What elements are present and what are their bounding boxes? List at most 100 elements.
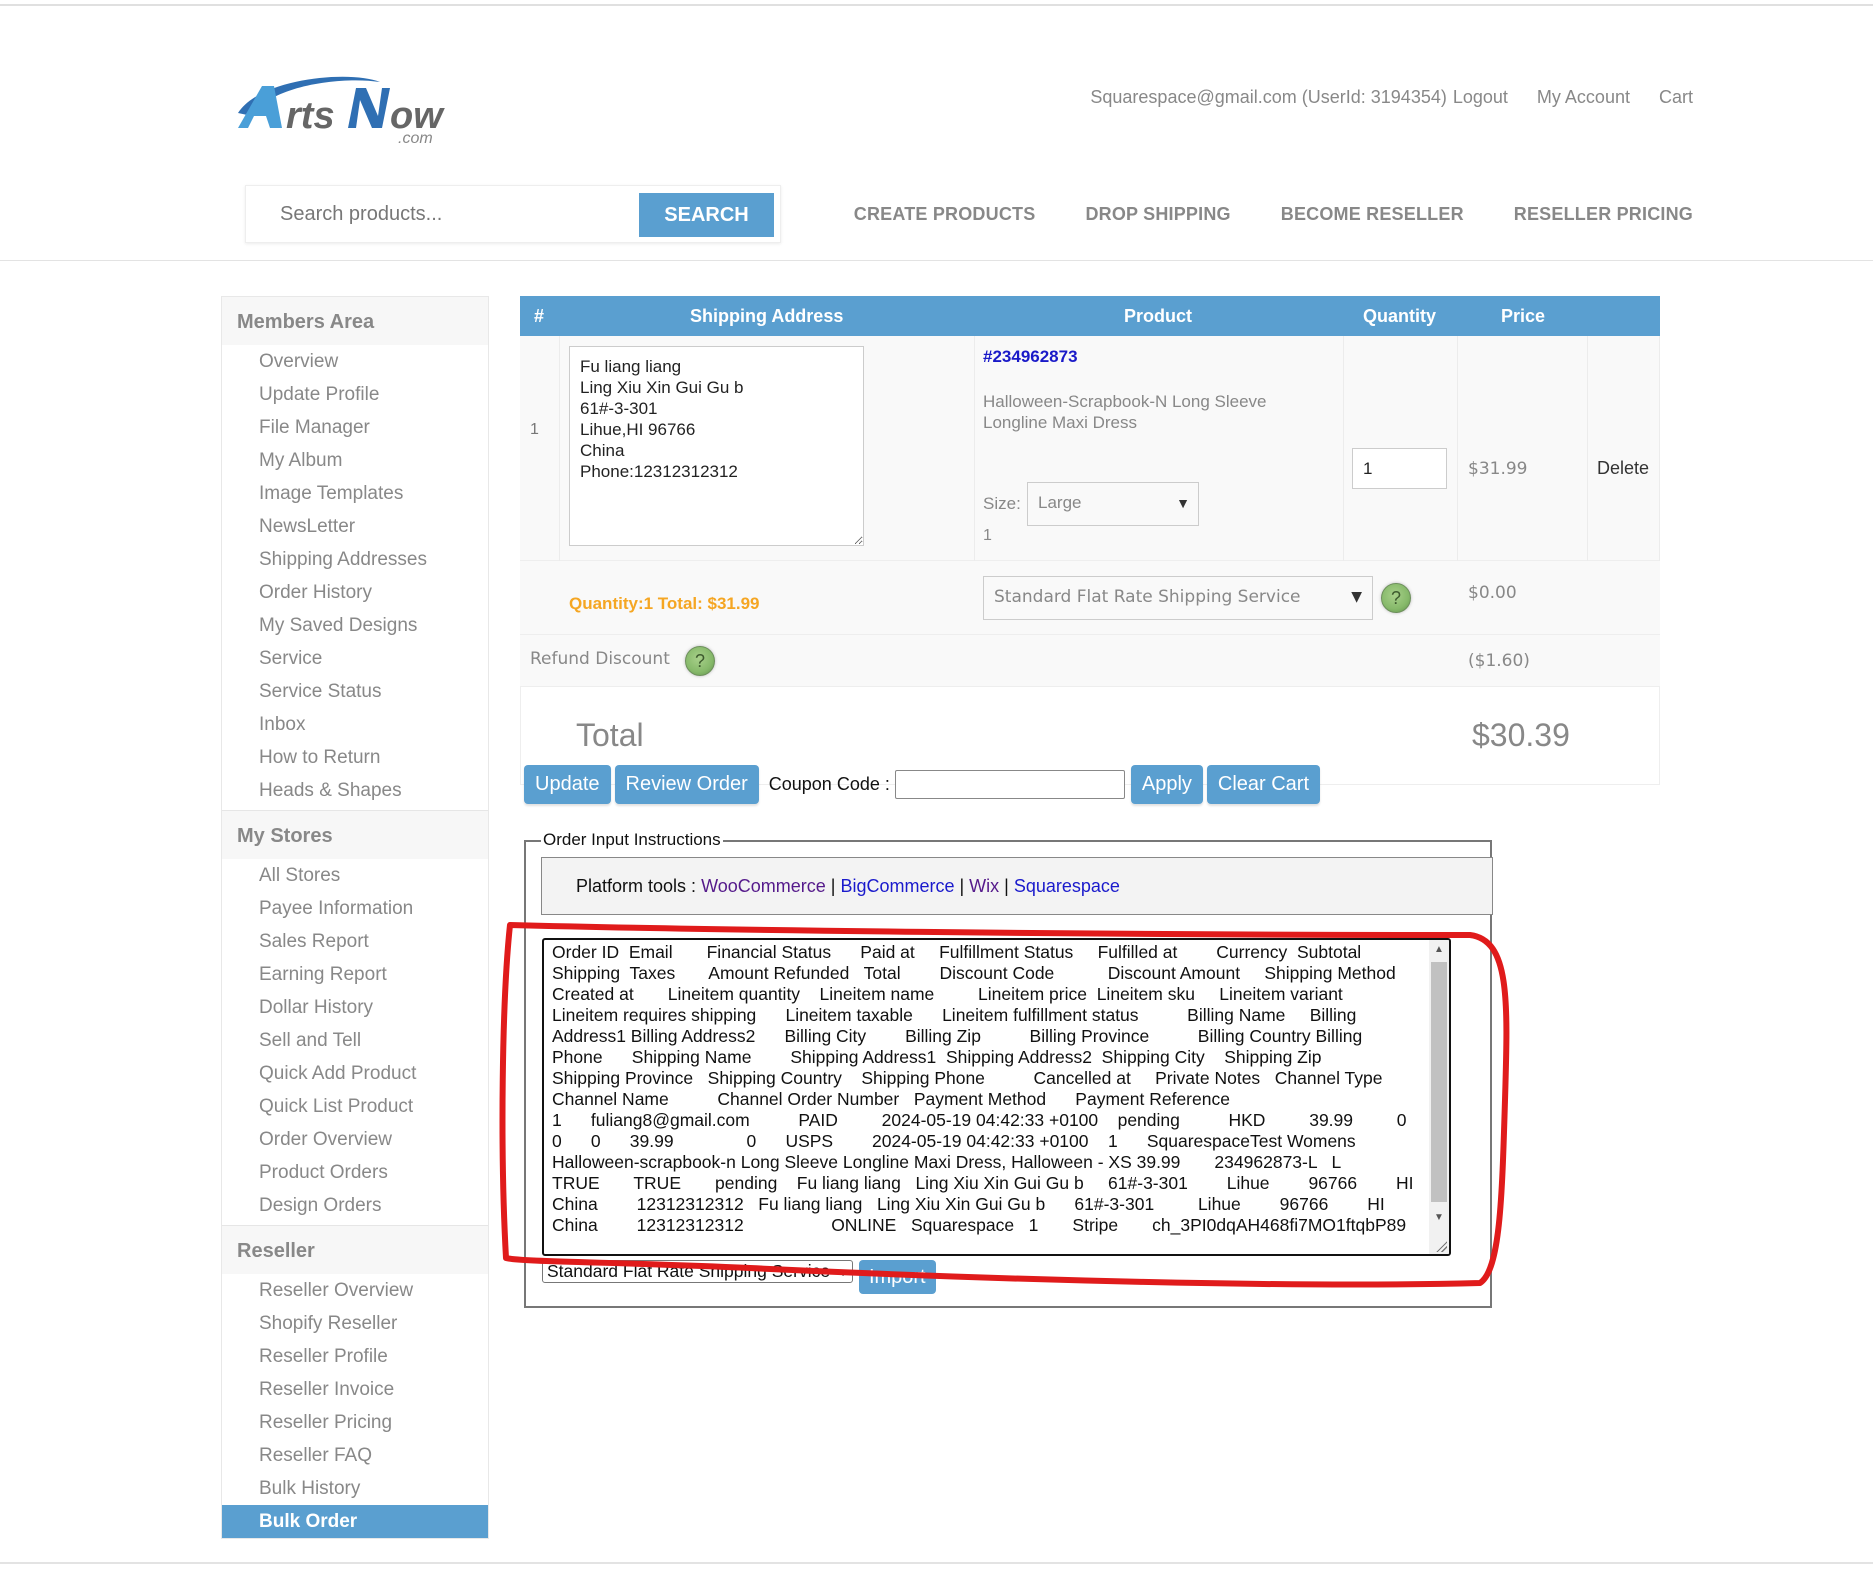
my-account-link[interactable]: My Account	[1537, 87, 1630, 107]
scroll-up-arrow-icon[interactable]: ▲	[1429, 940, 1449, 960]
sidebar-item-quick-add-product[interactable]: Quick Add Product	[222, 1057, 488, 1090]
search-input[interactable]	[246, 186, 636, 242]
sidebar-item-file-manager[interactable]: File Manager	[222, 411, 488, 444]
cell-divider	[974, 336, 975, 561]
help-icon[interactable]: ?	[1381, 583, 1411, 613]
main-nav: CREATE PRODUCTS DROP SHIPPING BECOME RES…	[854, 204, 1693, 225]
csv-line: Address1 Billing Address2 Billing City B…	[552, 1026, 1363, 1046]
nav-become-reseller[interactable]: BECOME RESELLER	[1281, 204, 1464, 225]
size-select[interactable]: Large ▼	[1027, 482, 1199, 526]
sidebar-item-heads-shapes[interactable]: Heads & Shapes	[222, 774, 488, 807]
col-header-quantity: Quantity	[1363, 306, 1437, 326]
sidebar-item-update-profile[interactable]: Update Profile	[222, 378, 488, 411]
sidebar-item-shopify-reseller[interactable]: Shopify Reseller	[222, 1307, 488, 1340]
logout-link[interactable]: Logout	[1453, 87, 1508, 107]
sidebar-section-members-area: Members Area	[222, 297, 488, 345]
cart-actions: Update Review Order Coupon Code : Apply …	[524, 764, 1324, 804]
top-border	[0, 4, 1873, 6]
sidebar-item-shipping-addresses[interactable]: Shipping Addresses	[222, 543, 488, 576]
scroll-down-arrow-icon[interactable]: ▼	[1429, 1208, 1449, 1228]
size-value: Large	[1038, 493, 1082, 512]
sidebar-item-all-stores[interactable]: All Stores	[222, 859, 488, 892]
item-price: $31.99	[1468, 459, 1528, 479]
coupon-code-label: Coupon Code :	[768, 773, 890, 794]
row-number: 1	[530, 421, 539, 438]
cart-link[interactable]: Cart	[1659, 87, 1693, 107]
nav-create-products[interactable]: CREATE PRODUCTS	[854, 204, 1036, 225]
csv-line: TRUE TRUE pending Fu liang liang Ling Xi…	[552, 1173, 1414, 1193]
csv-line: 0 0 39.99 0 USPS 2024-05-19 04:42:33 +01…	[552, 1131, 1356, 1151]
help-icon[interactable]: ?	[685, 646, 715, 676]
sidebar-item-quick-list-product[interactable]: Quick List Product	[222, 1090, 488, 1123]
apply-coupon-button[interactable]: Apply	[1130, 764, 1203, 804]
sidebar-item-reseller-profile[interactable]: Reseller Profile	[222, 1340, 488, 1373]
woocommerce-link[interactable]: WooCommerce	[701, 876, 826, 896]
sidebar-item-sell-and-tell[interactable]: Sell and Tell	[222, 1024, 488, 1057]
update-button[interactable]: Update	[524, 764, 611, 804]
squarespace-link[interactable]: Squarespace	[1014, 876, 1120, 896]
product-qty-note: 1	[983, 527, 992, 544]
csv-line: Channel Name Channel Order Number Paymen…	[552, 1089, 1230, 1109]
sidebar-item-design-orders[interactable]: Design Orders	[222, 1189, 488, 1222]
artsnow-logo[interactable]: rts ow .com	[230, 68, 475, 147]
sidebar-item-newsletter[interactable]: NewsLetter	[222, 510, 488, 543]
sidebar-item-overview[interactable]: Overview	[222, 345, 488, 378]
search-box: SEARCH	[245, 185, 781, 243]
sidebar: Members Area Overview Update Profile Fil…	[221, 296, 489, 1539]
wix-link[interactable]: Wix	[969, 876, 999, 896]
sidebar-item-dollar-history[interactable]: Dollar History	[222, 991, 488, 1024]
resize-grip-icon[interactable]	[1435, 1240, 1447, 1252]
order-csv-text: Order ID Email Financial Status Paid at …	[552, 942, 1422, 1236]
coupon-code-input[interactable]	[894, 769, 1125, 799]
total-label: Total	[576, 717, 644, 753]
sidebar-item-image-templates[interactable]: Image Templates	[222, 477, 488, 510]
scroll-thumb[interactable]	[1431, 962, 1447, 1202]
sidebar-item-my-saved-designs[interactable]: My Saved Designs	[222, 609, 488, 642]
sidebar-item-inbox[interactable]: Inbox	[222, 708, 488, 741]
col-header-num: #	[534, 306, 545, 326]
sidebar-item-service[interactable]: Service	[222, 642, 488, 675]
clear-cart-button[interactable]: Clear Cart	[1206, 764, 1321, 804]
sidebar-item-earning-report[interactable]: Earning Report	[222, 958, 488, 991]
user-links: Squarespace@gmail.com (UserId: 3194354) L…	[1090, 87, 1693, 108]
platform-tools-label: Platform tools :	[576, 876, 697, 896]
total-value: $30.39	[1472, 717, 1570, 753]
sidebar-item-order-history[interactable]: Order History	[222, 576, 488, 609]
sidebar-item-service-status[interactable]: Service Status	[222, 675, 488, 708]
sidebar-item-my-album[interactable]: My Album	[222, 444, 488, 477]
csv-line: China 12312312312 ONLINE Squarespace 1 S…	[552, 1215, 1407, 1235]
import-shipping-select[interactable]: Standard Flat Rate Shipping Service ⌵	[542, 1260, 853, 1283]
review-order-button[interactable]: Review Order	[614, 764, 759, 804]
bigcommerce-link[interactable]: BigCommerce	[840, 876, 954, 896]
delete-link[interactable]: Delete	[1597, 458, 1649, 479]
sidebar-item-reseller-faq[interactable]: Reseller FAQ	[222, 1439, 488, 1472]
caret-down-icon: ▼	[1176, 495, 1190, 511]
sidebar-item-bulk-history[interactable]: Bulk History	[222, 1472, 488, 1505]
sidebar-item-reseller-pricing[interactable]: Reseller Pricing	[222, 1406, 488, 1439]
sidebar-item-order-overview[interactable]: Order Overview	[222, 1123, 488, 1156]
sidebar-item-bulk-order[interactable]: Bulk Order	[222, 1505, 488, 1538]
sidebar-item-sales-report[interactable]: Sales Report	[222, 925, 488, 958]
sidebar-item-reseller-invoice[interactable]: Reseller Invoice	[222, 1373, 488, 1406]
platform-tools: Platform tools : WooCommerce | BigCommer…	[541, 857, 1493, 915]
nav-reseller-pricing[interactable]: RESELLER PRICING	[1514, 204, 1693, 225]
textarea-scrollbar[interactable]: ▲ ▼	[1429, 940, 1449, 1254]
sidebar-item-product-orders[interactable]: Product Orders	[222, 1156, 488, 1189]
refund-discount-row: Refund Discount ? ($1.60)	[520, 635, 1660, 687]
sidebar-item-reseller-overview[interactable]: Reseller Overview	[222, 1274, 488, 1307]
sidebar-item-how-to-return[interactable]: How to Return	[222, 741, 488, 774]
import-button[interactable]: Import	[858, 1260, 936, 1294]
quantity-input[interactable]	[1352, 448, 1447, 489]
product-id-link[interactable]: #234962873	[983, 347, 1078, 367]
order-input-legend: Order Input Instructions	[541, 830, 723, 850]
nav-drop-shipping[interactable]: DROP SHIPPING	[1085, 204, 1230, 225]
user-info: Squarespace@gmail.com (UserId: 3194354)	[1090, 87, 1447, 107]
chevron-down-icon: ⌵	[838, 1263, 848, 1279]
shipping-service-select[interactable]: Standard Flat Rate Shipping Service ▼	[983, 576, 1373, 620]
search-button[interactable]: SEARCH	[639, 193, 774, 237]
order-csv-textarea[interactable]: Order ID Email Financial Status Paid at …	[542, 938, 1451, 1256]
sidebar-section-reseller: Reseller	[222, 1226, 488, 1274]
shipping-address-textarea[interactable]: Fu liang liang Ling Xiu Xin Gui Gu b 61#…	[569, 346, 864, 546]
sidebar-item-payee-information[interactable]: Payee Information	[222, 892, 488, 925]
import-shipping-value: Standard Flat Rate Shipping Service	[547, 1261, 831, 1281]
